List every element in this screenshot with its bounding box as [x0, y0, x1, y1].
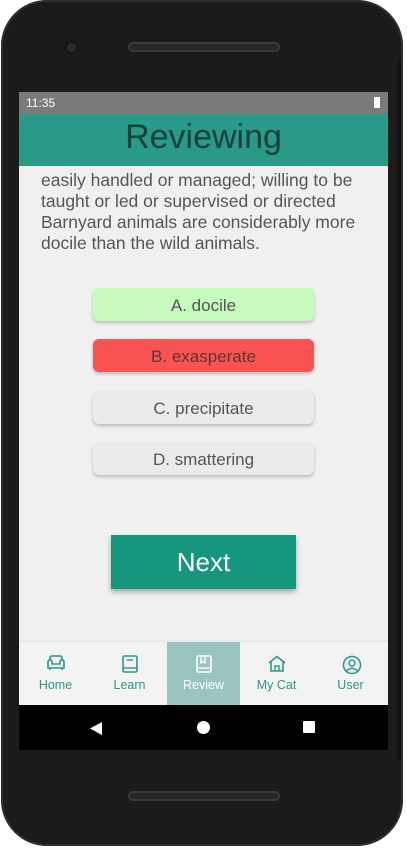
recents-square-icon[interactable]: [303, 721, 315, 733]
next-button[interactable]: Next: [111, 535, 296, 589]
book-icon: [122, 655, 138, 673]
title-bar: Reviewing: [19, 114, 388, 166]
nav-item-home[interactable]: Home: [19, 642, 92, 705]
nav-label-learn: Learn: [113, 678, 146, 692]
choice-d-button[interactable]: D. smattering: [93, 442, 314, 475]
definition-line: easily handled or managed; willing to be: [41, 170, 353, 190]
choice-b-button[interactable]: B. exasperate: [93, 339, 314, 372]
choice-c-button[interactable]: C. precipitate: [93, 391, 314, 424]
nav-label-review: Review: [183, 678, 224, 692]
nav-label-home: Home: [38, 678, 73, 692]
app-screen: 11:35 Reviewing easily handled or manage…: [19, 92, 388, 750]
definition-line: Barnyard animals are considerably more: [41, 212, 356, 232]
house-icon: [268, 655, 286, 672]
nav-label-user: User: [337, 678, 364, 692]
bookmark-book-icon: [196, 655, 212, 673]
phone-frame: 11:35 Reviewing easily handled or manage…: [1, 0, 403, 846]
nav-item-my-cat[interactable]: My Cat: [240, 642, 313, 705]
sofa-icon: [47, 655, 65, 670]
battery-icon: [374, 97, 380, 108]
page-title: Reviewing: [125, 118, 282, 156]
bottom-navigation: Home Learn Review My Cat User: [19, 642, 388, 705]
definition-line: docile than the wild animals.: [41, 233, 260, 253]
user-circle-icon: [342, 655, 362, 675]
home-circle-icon[interactable]: [197, 721, 210, 734]
nav-item-review[interactable]: Review: [167, 642, 240, 705]
status-bar: 11:35: [19, 92, 388, 114]
nav-item-learn[interactable]: Learn: [93, 642, 166, 705]
back-icon[interactable]: [89, 721, 103, 736]
phone-side-button: [397, 60, 401, 760]
earpiece-speaker: [128, 42, 280, 52]
nav-item-user[interactable]: User: [314, 642, 387, 705]
status-time: 11:35: [26, 96, 56, 110]
bottom-speaker: [128, 791, 280, 801]
nav-label-my-cat: My Cat: [256, 678, 297, 692]
choice-a-button[interactable]: A. docile: [93, 288, 314, 321]
system-navigation-bar: [19, 705, 388, 750]
front-camera: [64, 40, 79, 55]
question-definition: easily handled or managed; willing to be…: [41, 170, 376, 254]
definition-line: taught or led or supervised or directed: [41, 191, 336, 211]
